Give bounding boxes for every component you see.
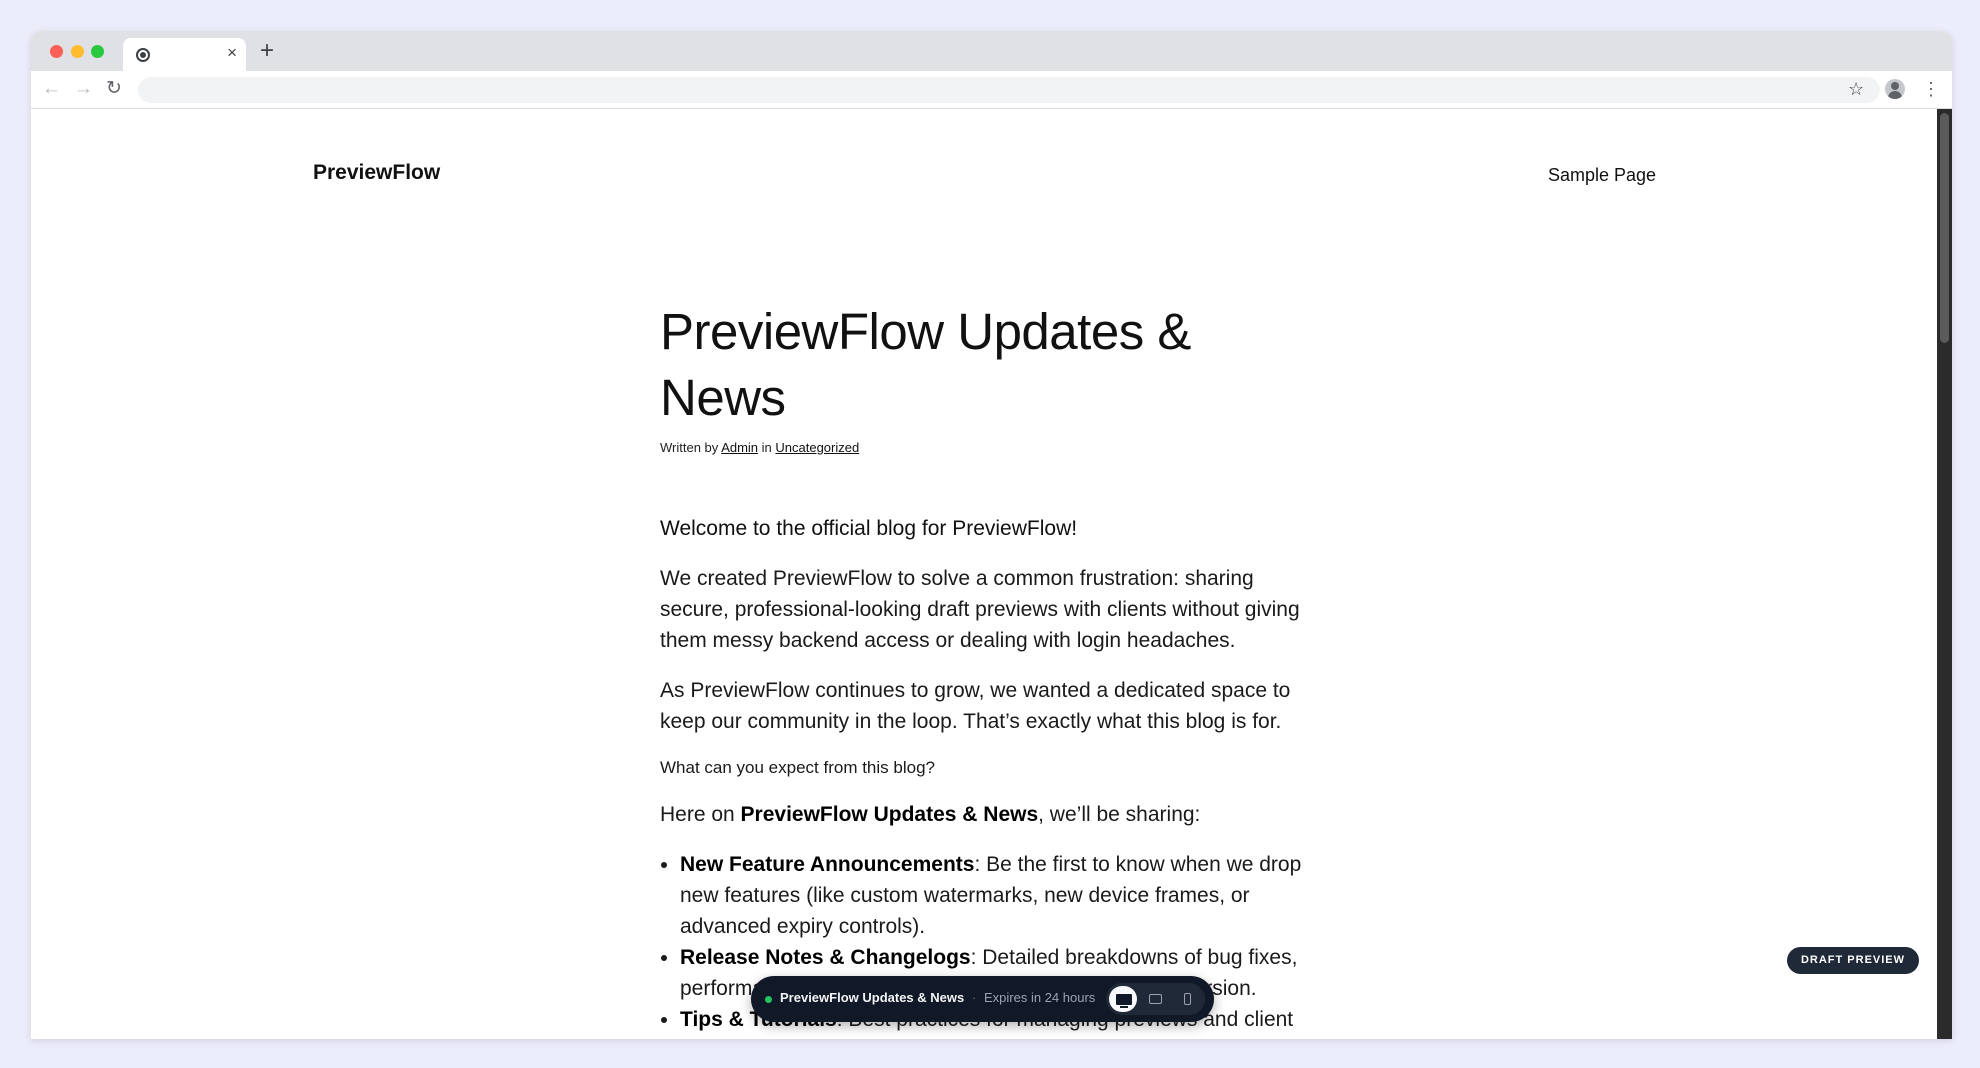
tab-close-icon[interactable]: ×: [227, 43, 237, 63]
preview-title: PreviewFlow Updates & News: [780, 990, 965, 1005]
desktop-icon: [1116, 994, 1132, 1008]
browser-toolbar: ← → ↻ ☆ ⋮: [31, 71, 1952, 109]
scrollbar-thumb[interactable]: [1940, 113, 1949, 343]
paragraph: We created PreviewFlow to solve a common…: [660, 567, 1300, 652]
tab-strip: × +: [31, 31, 1952, 71]
expiry-text: Expires in 24 hours: [984, 990, 1096, 1005]
close-window-button[interactable]: [50, 45, 63, 58]
meta-prefix: Written by: [660, 440, 722, 455]
post-meta: Written by Admin in Uncategorized: [660, 440, 1320, 455]
chrome-favicon-icon: [136, 48, 150, 62]
list-item-strong: Release Notes & Changelogs: [680, 946, 971, 969]
post-body: Welcome to the official blog for Preview…: [660, 513, 1320, 1039]
intro-suffix: , we’ll be sharing:: [1038, 803, 1201, 826]
nav-link-sample-page[interactable]: Sample Page: [1548, 165, 1656, 186]
back-arrow-icon[interactable]: ←: [42, 77, 61, 101]
profile-avatar-icon[interactable]: [1885, 79, 1905, 99]
intro-prefix: Here on: [660, 803, 741, 826]
tablet-icon: [1149, 994, 1162, 1004]
page-viewport: PreviewFlow Sample Page PreviewFlow Upda…: [31, 109, 1937, 1039]
subheading: What can you expect from this blog?: [660, 758, 935, 777]
site-title[interactable]: PreviewFlow: [313, 161, 440, 185]
article: PreviewFlow Updates & News Written by Ad…: [660, 299, 1320, 1039]
meta-in: in: [758, 440, 776, 455]
draft-preview-badge: DRAFT PREVIEW: [1787, 947, 1919, 974]
page-scrollbar[interactable]: [1937, 109, 1952, 1039]
reload-icon[interactable]: ↻: [106, 77, 122, 101]
new-tab-button[interactable]: +: [260, 37, 274, 65]
forward-arrow-icon[interactable]: →: [74, 77, 93, 101]
paragraph: As PreviewFlow continues to grow, we wan…: [660, 679, 1291, 733]
list-item: New Feature Announcements: Be the first …: [680, 849, 1320, 942]
device-switcher: [1106, 983, 1205, 1015]
mobile-view-button[interactable]: [1173, 986, 1201, 1012]
maximize-window-button[interactable]: [91, 45, 104, 58]
intro-paragraph: Here on PreviewFlow Updates & News, we’l…: [660, 799, 1320, 830]
lead-paragraph: Welcome to the official blog for Preview…: [660, 517, 1078, 540]
address-bar[interactable]: [138, 77, 1880, 103]
intro-strong: PreviewFlow Updates & News: [740, 803, 1039, 826]
browser-window: × + ← → ↻ ☆ ⋮ PreviewFlow Sample Page Pr…: [31, 31, 1952, 1039]
category-link[interactable]: Uncategorized: [775, 440, 859, 455]
author-link[interactable]: Admin: [721, 440, 758, 455]
browser-tab[interactable]: ×: [123, 38, 246, 71]
separator: ·: [972, 990, 977, 1005]
desktop-view-button[interactable]: [1109, 986, 1137, 1012]
minimize-window-button[interactable]: [71, 45, 84, 58]
bookmark-star-icon[interactable]: ☆: [1848, 78, 1864, 100]
browser-menu-icon[interactable]: ⋮: [1922, 77, 1940, 101]
post-title: PreviewFlow Updates & News: [660, 303, 1191, 426]
tablet-view-button[interactable]: [1141, 986, 1169, 1012]
list-item-strong: New Feature Announcements: [680, 853, 975, 876]
status-dot-icon: [765, 996, 772, 1003]
preview-toolbar: PreviewFlow Updates & News · Expires in …: [751, 976, 1214, 1022]
mobile-icon: [1184, 993, 1191, 1005]
